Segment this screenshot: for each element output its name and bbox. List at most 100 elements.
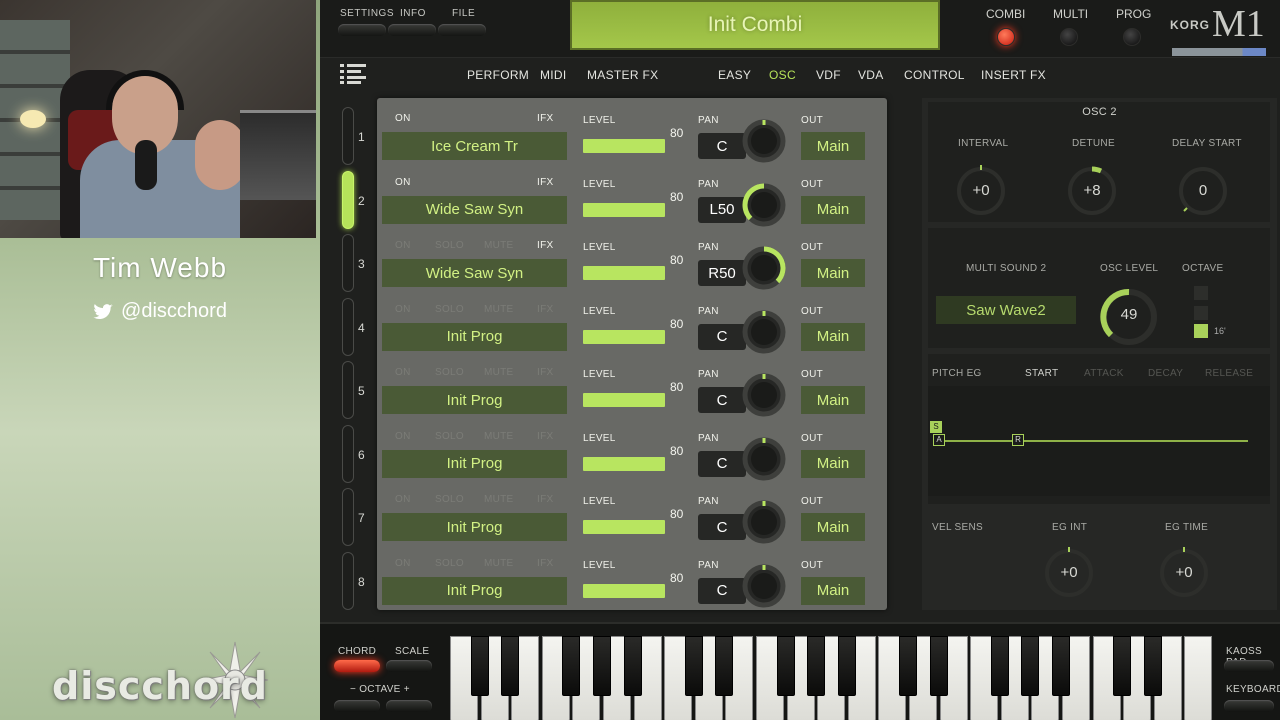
black-key[interactable] — [899, 636, 917, 696]
nav-control[interactable]: CONTROL — [904, 68, 965, 82]
nav-perform[interactable]: PERFORM — [467, 68, 529, 82]
pan-knob[interactable] — [741, 563, 787, 609]
part-slot-2[interactable] — [342, 170, 354, 229]
nav-insert-fx[interactable]: INSERT FX — [981, 68, 1046, 82]
kaoss-pad-button[interactable] — [1224, 660, 1274, 672]
scale-button[interactable] — [386, 660, 432, 672]
level-slider[interactable] — [583, 266, 665, 280]
mode-prog-button[interactable] — [1123, 28, 1141, 46]
black-key[interactable] — [1113, 636, 1132, 696]
part-slot-4[interactable] — [342, 297, 354, 356]
program-select[interactable]: Init Prog — [382, 576, 567, 605]
part-slot-5[interactable] — [342, 361, 354, 419]
level-slider[interactable] — [583, 202, 665, 217]
pan-knob[interactable] — [741, 436, 787, 482]
black-key[interactable] — [776, 636, 795, 696]
black-key[interactable] — [593, 636, 611, 696]
settings-button[interactable] — [338, 24, 386, 36]
part-slot-6[interactable] — [342, 424, 354, 483]
octave-8-button[interactable] — [1194, 306, 1208, 320]
ifx-toggle[interactable]: IFX — [537, 177, 553, 188]
program-select[interactable]: Wide Saw Syn — [382, 195, 567, 224]
eg-tab-decay[interactable]: DECAY — [1148, 368, 1183, 379]
output-select[interactable]: Main — [801, 322, 865, 351]
ifx-toggle[interactable]: IFX — [537, 367, 553, 378]
black-key[interactable] — [929, 636, 948, 696]
mute-toggle[interactable]: MUTE — [484, 558, 514, 569]
multisound-select[interactable]: Saw Wave2 — [936, 296, 1076, 324]
nav-vda[interactable]: VDA — [858, 68, 884, 82]
level-slider[interactable] — [583, 520, 665, 534]
part-slot-8[interactable] — [342, 551, 354, 610]
part-slot-3[interactable] — [342, 234, 354, 292]
nav-master-fx[interactable]: MASTER FX — [587, 68, 658, 82]
output-select[interactable]: Main — [801, 386, 865, 414]
on-toggle[interactable]: ON — [395, 431, 411, 442]
nav-vdf[interactable]: VDF — [816, 68, 841, 82]
program-select[interactable]: Init Prog — [382, 386, 567, 414]
on-toggle[interactable]: ON — [395, 558, 411, 569]
nav-midi[interactable]: MIDI — [540, 68, 567, 82]
mode-multi-button[interactable] — [1060, 28, 1078, 46]
program-select[interactable]: Wide Saw Syn — [382, 259, 567, 287]
on-toggle[interactable]: ON — [395, 367, 411, 378]
part-number[interactable]: 1 — [358, 130, 365, 144]
black-key[interactable] — [807, 636, 826, 696]
solo-toggle[interactable]: SOLO — [435, 558, 464, 569]
output-select[interactable]: Main — [801, 576, 865, 605]
black-key[interactable] — [1052, 636, 1070, 696]
solo-toggle[interactable]: SOLO — [435, 240, 464, 251]
ifx-toggle[interactable]: IFX — [537, 558, 553, 569]
eg-tab-release[interactable]: RELEASE — [1205, 368, 1253, 379]
part-number[interactable]: 3 — [358, 257, 365, 271]
pitch-eg-graph[interactable]: S A R — [928, 386, 1270, 496]
black-key[interactable] — [562, 636, 581, 696]
part-slot-7[interactable] — [342, 488, 354, 546]
output-select[interactable]: Main — [801, 449, 865, 478]
hamburger-menu-icon[interactable] — [340, 64, 366, 84]
white-key[interactable] — [1184, 636, 1213, 720]
nav-osc[interactable]: OSC — [769, 68, 796, 82]
mute-toggle[interactable]: MUTE — [484, 494, 514, 505]
solo-toggle[interactable]: SOLO — [435, 494, 464, 505]
output-select[interactable]: Main — [801, 195, 865, 224]
piano-keyboard[interactable] — [450, 636, 1213, 720]
black-key[interactable] — [623, 636, 642, 696]
pan-knob[interactable] — [741, 182, 787, 228]
on-toggle[interactable]: ON — [395, 304, 411, 315]
level-slider[interactable] — [583, 329, 665, 344]
part-number[interactable]: 7 — [358, 511, 365, 525]
output-select[interactable]: Main — [801, 513, 865, 541]
part-number[interactable]: 6 — [358, 448, 365, 462]
black-key[interactable] — [1021, 636, 1040, 696]
mute-toggle[interactable]: MUTE — [484, 240, 514, 251]
part-number[interactable]: 2 — [358, 194, 365, 208]
ifx-toggle[interactable]: IFX — [537, 240, 553, 251]
eg-point-start[interactable]: S — [930, 421, 942, 433]
eg-point-attack[interactable]: A — [933, 434, 945, 446]
eg-tab-start[interactable]: START — [1025, 368, 1058, 379]
program-select[interactable]: Init Prog — [382, 513, 567, 541]
black-key[interactable] — [470, 636, 489, 696]
info-button[interactable] — [388, 24, 436, 36]
program-select[interactable]: Ice Cream Tr — [382, 132, 567, 160]
eg-point-release[interactable]: R — [1012, 434, 1024, 446]
black-key[interactable] — [837, 636, 856, 696]
black-key[interactable] — [715, 636, 734, 696]
black-key[interactable] — [684, 636, 703, 696]
pan-knob[interactable] — [741, 499, 787, 545]
file-button[interactable] — [438, 24, 486, 36]
level-slider[interactable] — [583, 583, 665, 598]
output-select[interactable]: Main — [801, 132, 865, 160]
level-slider[interactable] — [583, 139, 665, 153]
black-key[interactable] — [501, 636, 520, 696]
level-slider[interactable] — [583, 393, 665, 407]
ifx-toggle[interactable]: IFX — [537, 494, 553, 505]
program-select[interactable]: Init Prog — [382, 322, 567, 351]
pan-knob[interactable] — [741, 245, 787, 291]
on-toggle[interactable]: ON — [395, 494, 411, 505]
program-select[interactable]: Init Prog — [382, 449, 567, 478]
eg-tab-attack[interactable]: ATTACK — [1084, 368, 1124, 379]
mute-toggle[interactable]: MUTE — [484, 367, 514, 378]
on-toggle[interactable]: ON — [395, 240, 411, 251]
